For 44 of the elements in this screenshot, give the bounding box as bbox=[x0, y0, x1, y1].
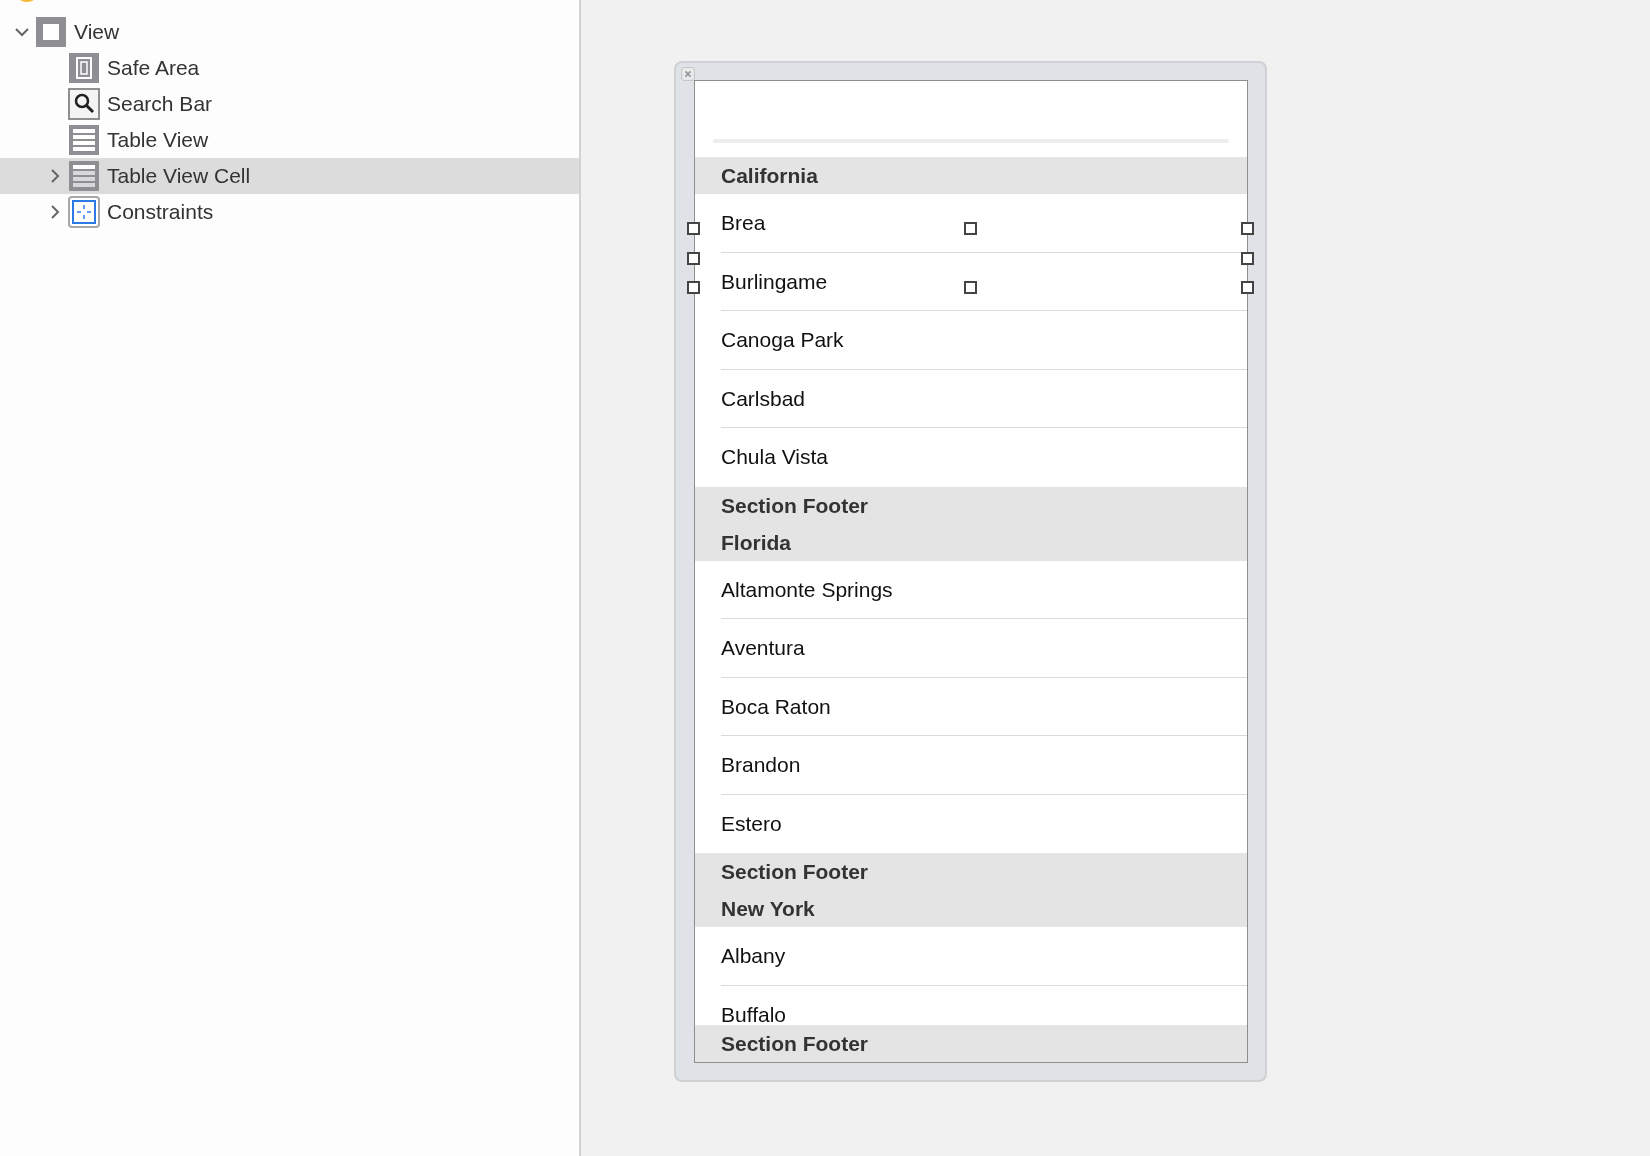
section-footer-label: Section Footer bbox=[721, 1031, 869, 1057]
table-cell-label: Canoga Park bbox=[721, 328, 844, 351]
section-header-label: Florida bbox=[721, 529, 792, 556]
outline-row[interactable]: Search Bar bbox=[0, 86, 579, 122]
search-icon bbox=[68, 88, 100, 120]
section-header-label: New York bbox=[721, 896, 816, 922]
table-cell-label: Albany bbox=[721, 944, 786, 967]
resize-handle[interactable] bbox=[1241, 252, 1254, 265]
outline-row[interactable]: Table View Cell bbox=[0, 158, 579, 194]
resize-handle[interactable] bbox=[1241, 222, 1254, 235]
resize-handle[interactable] bbox=[964, 222, 977, 235]
table-cell-label: Altamonte Springs bbox=[721, 577, 893, 601]
table-cell-label: Brandon bbox=[721, 753, 801, 776]
section-footer-label: Section Footer bbox=[721, 492, 869, 519]
outline-row[interactable]: Constraints bbox=[0, 194, 579, 230]
safe-area-icon bbox=[68, 52, 100, 84]
table-cell-label: Buffalo bbox=[721, 1002, 786, 1026]
resize-handle[interactable] bbox=[687, 252, 700, 265]
outline-label: Search Bar bbox=[107, 91, 213, 118]
outline-label: Safe Area bbox=[107, 55, 200, 82]
table-cell-label: Carlsbad bbox=[721, 386, 806, 410]
table-cell-label: Boca Raton bbox=[721, 694, 831, 718]
outline-label: Constraints bbox=[107, 199, 214, 226]
view-icon bbox=[35, 16, 67, 48]
resize-handle[interactable] bbox=[1241, 281, 1254, 294]
outline-label: Table View Cell bbox=[107, 163, 251, 190]
section-footer-label: Section Footer bbox=[721, 859, 869, 885]
table-cell-label: Brea bbox=[721, 211, 766, 234]
outline-row[interactable]: Safe Area bbox=[0, 50, 579, 86]
outline-label: Table View bbox=[107, 127, 209, 154]
section-header-label: California bbox=[721, 163, 819, 189]
outline-row[interactable]: View bbox=[0, 14, 579, 50]
outline-row[interactable]: Table View bbox=[0, 122, 579, 158]
table-cell-label: Chula Vista bbox=[721, 445, 828, 468]
outline-label: View bbox=[74, 19, 120, 46]
resize-handle[interactable] bbox=[687, 222, 700, 235]
resize-handle[interactable] bbox=[687, 281, 700, 294]
constraints-icon bbox=[68, 196, 100, 228]
table-cell-icon bbox=[68, 160, 100, 192]
table-cell-label: Estero bbox=[721, 811, 782, 835]
table-cell-label: Burlingame bbox=[721, 269, 828, 293]
resize-handle[interactable] bbox=[964, 281, 977, 294]
table-icon bbox=[68, 124, 100, 156]
table-cell-label: Aventura bbox=[721, 636, 805, 659]
